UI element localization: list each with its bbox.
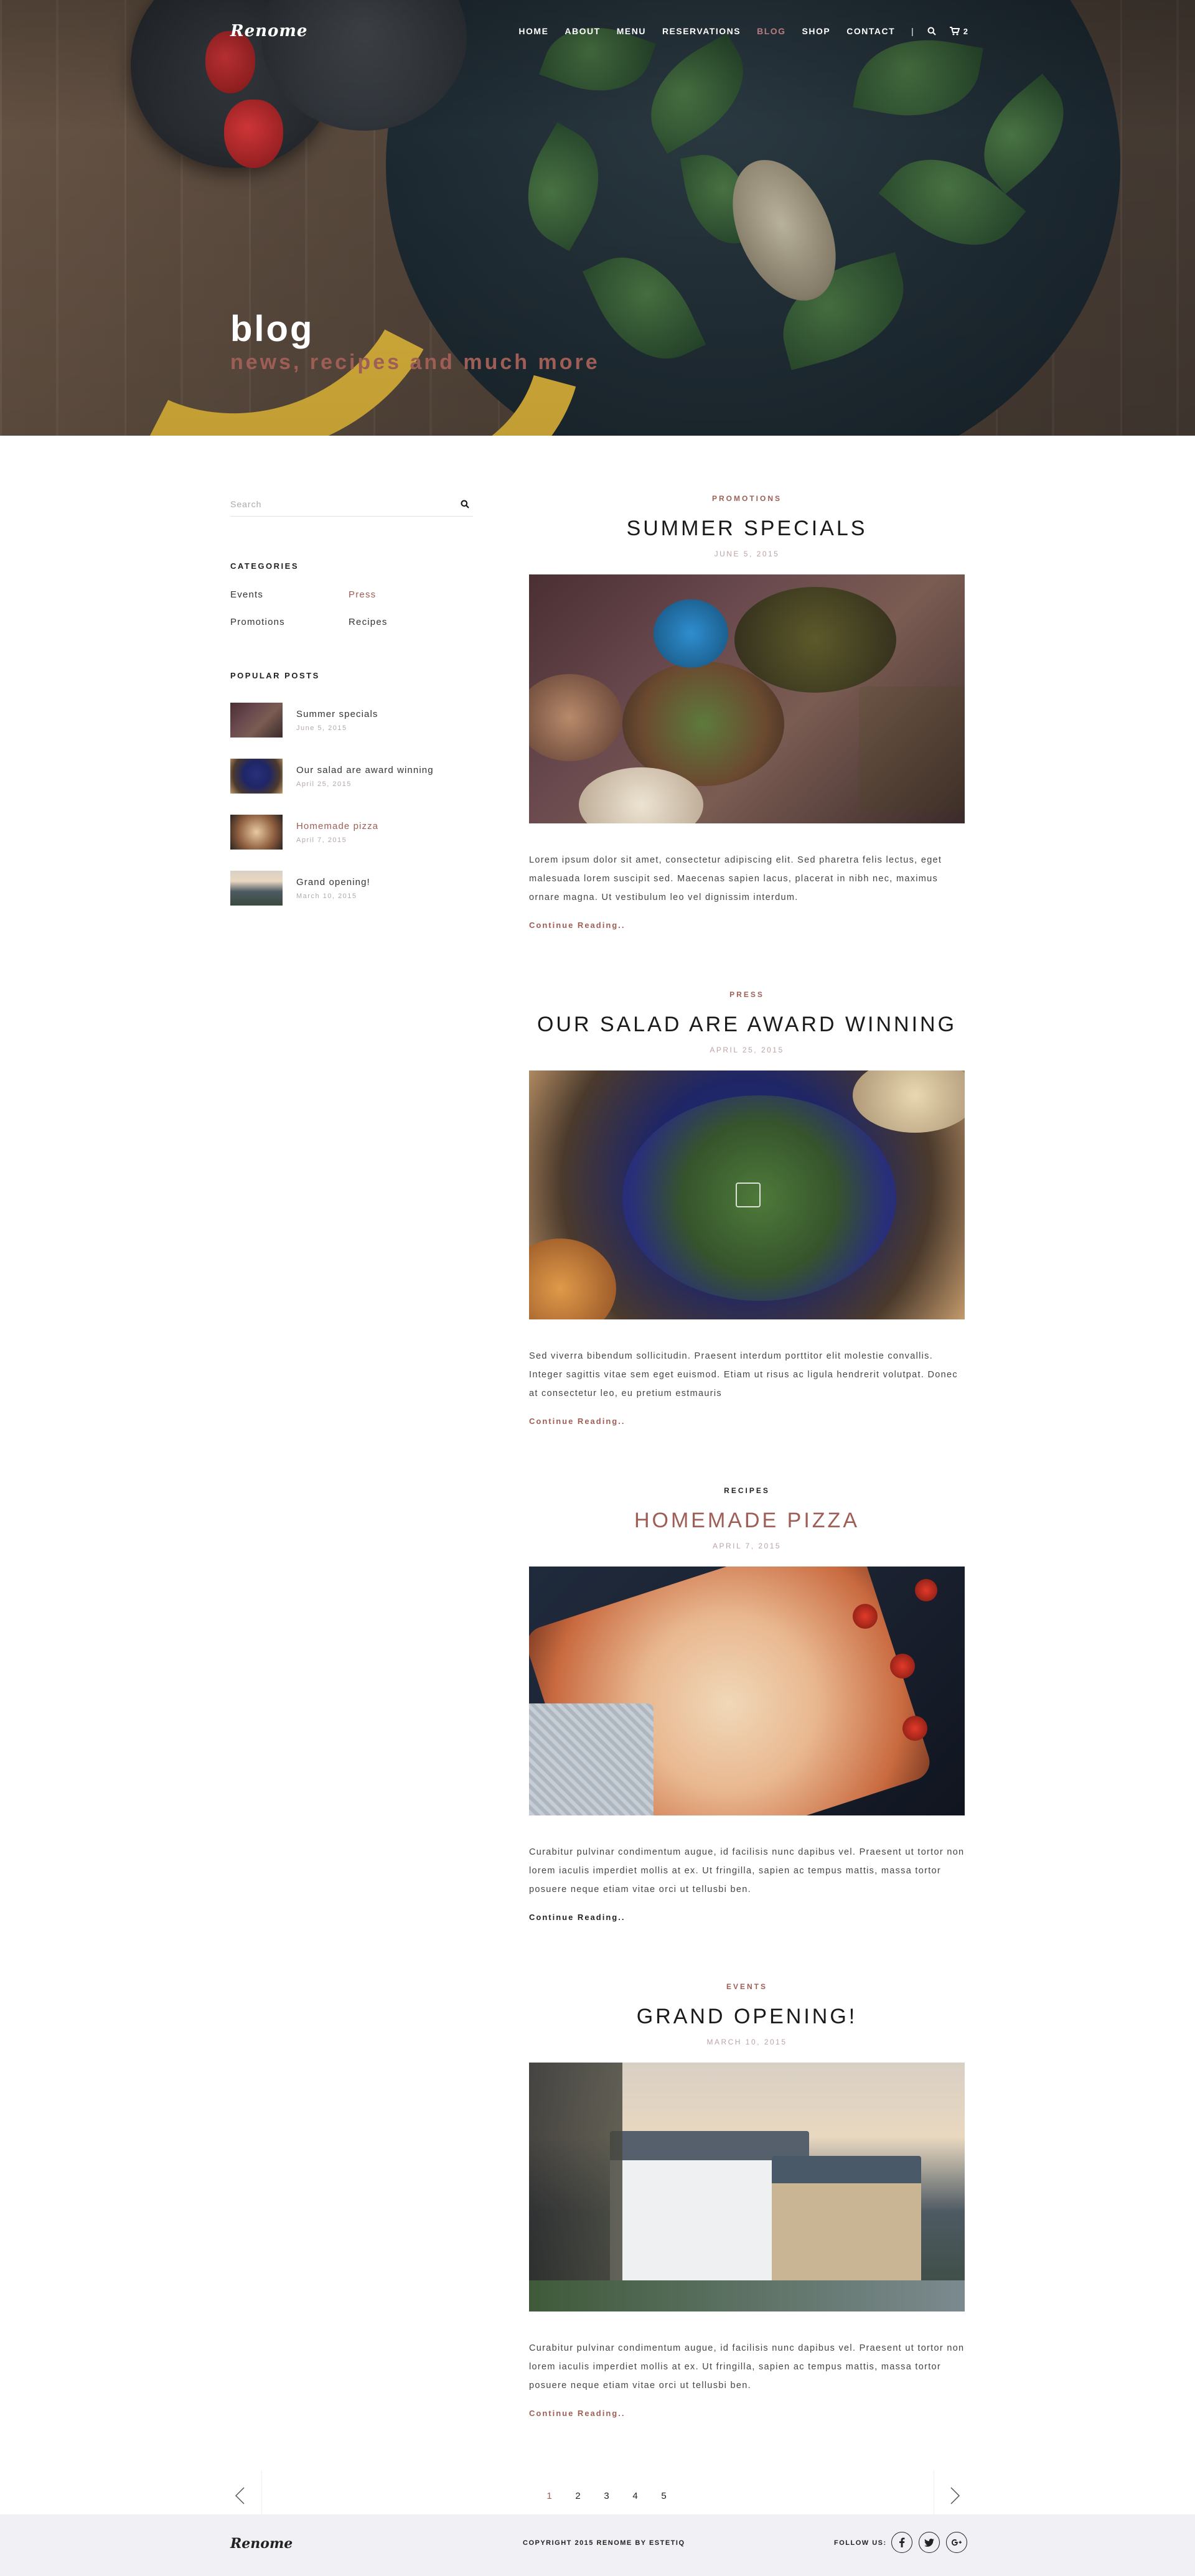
post-excerpt: Curabitur pulvinar condimentum augue, id…: [529, 2343, 965, 2391]
post-date: APRIL 7, 2015: [712, 1542, 782, 1550]
post-category[interactable]: RECIPES: [529, 1486, 965, 1495]
cart-count: 2: [963, 26, 968, 36]
popular-post-title[interactable]: Summer specials: [296, 709, 378, 719]
blog-post: RECIPES HOMEMADE PIZZA APRIL 7, 2015 Cur…: [529, 1486, 965, 1922]
popular-posts-list: Summer specials June 5, 2015 Our salad a…: [230, 703, 473, 906]
page-numbers: 1 2 3 4 5: [535, 2483, 678, 2508]
blog-post: PROMOTIONS SUMMER SPECIALS JUNE 5, 2015 …: [529, 494, 965, 930]
popular-post-date: April 25, 2015: [296, 780, 352, 788]
search-box: [230, 492, 473, 517]
page-link-3[interactable]: 3: [593, 2491, 621, 2501]
popular-post-thumbnail[interactable]: [230, 871, 283, 906]
popular-post-thumbnail[interactable]: [230, 703, 283, 738]
footer-logo[interactable]: Renome: [230, 2536, 293, 2552]
category-press[interactable]: Press: [349, 589, 467, 600]
post-excerpt: Curabitur pulvinar condimentum augue, id…: [529, 1847, 965, 1895]
category-promotions[interactable]: Promotions: [230, 617, 349, 627]
google-plus-icon[interactable]: [946, 2532, 967, 2553]
post-excerpt: Lorem ipsum dolor sit amet, consectetur …: [529, 855, 942, 902]
hero-banner: Renome HOME ABOUT MENU RESERVATIONS BLOG…: [0, 0, 1195, 436]
nav-item-blog[interactable]: BLOG: [757, 26, 785, 36]
nav-item-home[interactable]: HOME: [518, 26, 548, 36]
popular-post-date: June 5, 2015: [296, 724, 347, 732]
nav-item-shop[interactable]: SHOP: [802, 26, 831, 36]
popular-post-title[interactable]: Our salad are award winning: [296, 765, 434, 775]
popular-post[interactable]: Grand opening! March 10, 2015: [230, 871, 473, 906]
post-title[interactable]: HOMEMADE PIZZA: [529, 1509, 965, 1533]
main-navigation: Renome HOME ABOUT MENU RESERVATIONS BLOG…: [230, 19, 968, 44]
chevron-left-icon[interactable]: [230, 2486, 249, 2505]
popular-post[interactable]: Summer specials June 5, 2015: [230, 703, 473, 738]
blog-post: PRESS OUR SALAD ARE AWARD WINNING APRIL …: [529, 990, 965, 1426]
post-date: MARCH 10, 2015: [706, 2038, 787, 2046]
post-title[interactable]: SUMMER SPECIALS: [529, 517, 965, 541]
nav-item-contact[interactable]: CONTACT: [846, 26, 895, 36]
post-image[interactable]: [529, 1567, 965, 1815]
continue-reading-link[interactable]: Continue Reading..: [529, 2409, 965, 2418]
popular-post-thumbnail[interactable]: [230, 815, 283, 850]
copyright-text: COPYRIGHT 2015 RENOME BY ESTETIQ: [523, 2539, 685, 2547]
post-image[interactable]: [529, 574, 965, 823]
nav-separator: |: [911, 26, 914, 36]
popular-post-date: March 10, 2015: [296, 892, 357, 900]
post-date: JUNE 5, 2015: [714, 550, 780, 558]
cart-icon[interactable]: 2: [949, 26, 968, 36]
popular-post-title[interactable]: Homemade pizza: [296, 821, 378, 831]
post-category[interactable]: EVENTS: [529, 1982, 965, 1991]
search-input[interactable]: [230, 499, 473, 509]
search-icon[interactable]: [927, 27, 936, 35]
continue-reading-link[interactable]: Continue Reading..: [529, 1913, 965, 1922]
nav-item-reservations[interactable]: RESERVATIONS: [662, 26, 741, 36]
popular-post[interactable]: Homemade pizza April 7, 2015: [230, 815, 473, 850]
category-events[interactable]: Events: [230, 589, 349, 600]
pagination-divider: [261, 2471, 262, 2521]
page-link-4[interactable]: 4: [621, 2491, 650, 2501]
search-icon[interactable]: [461, 500, 469, 512]
site-footer: Renome COPYRIGHT 2015 RENOME BY ESTETIQ …: [0, 2514, 1195, 2576]
nav-item-menu[interactable]: MENU: [617, 26, 646, 36]
page-link-5[interactable]: 5: [650, 2491, 678, 2501]
popular-post[interactable]: Our salad are award winning April 25, 20…: [230, 759, 473, 794]
follow-us-label: FOLLOW US:: [834, 2539, 887, 2547]
popular-post-date: April 7, 2015: [296, 836, 347, 844]
post-category[interactable]: PROMOTIONS: [529, 494, 965, 503]
chevron-right-icon[interactable]: [946, 2486, 965, 2505]
post-category[interactable]: PRESS: [529, 990, 965, 999]
post-image[interactable]: [529, 1070, 965, 1319]
post-title[interactable]: OUR SALAD ARE AWARD WINNING: [529, 1013, 965, 1037]
play-icon[interactable]: [736, 1183, 761, 1207]
page-link-2[interactable]: 2: [564, 2491, 593, 2501]
post-title[interactable]: GRAND OPENING!: [529, 2005, 965, 2029]
post-date: APRIL 25, 2015: [710, 1046, 784, 1054]
category-list: Events Press Promotions Recipes: [230, 589, 473, 627]
page-link-1[interactable]: 1: [535, 2491, 564, 2501]
facebook-icon[interactable]: [891, 2532, 912, 2553]
continue-reading-link[interactable]: Continue Reading..: [529, 1417, 965, 1426]
page-subtitle: news, recipes and much more: [230, 350, 600, 374]
popular-post-thumbnail[interactable]: [230, 759, 283, 794]
categories-heading: CATEGORIES: [230, 561, 299, 571]
post-excerpt: Sed viverra bibendum sollicitudin. Praes…: [529, 1351, 958, 1398]
nav-item-about[interactable]: ABOUT: [565, 26, 600, 36]
sidebar: CATEGORIES Events Press Promotions Recip…: [230, 492, 473, 906]
site-logo[interactable]: Renome: [230, 22, 307, 40]
blog-post: EVENTS GRAND OPENING! MARCH 10, 2015 Cur…: [529, 1982, 965, 2418]
popular-post-title[interactable]: Grand opening!: [296, 877, 370, 888]
category-recipes[interactable]: Recipes: [349, 617, 467, 627]
pagination: 1 2 3 4 5: [230, 2471, 965, 2521]
continue-reading-link[interactable]: Continue Reading..: [529, 920, 965, 930]
popular-posts-heading: POPULAR POSTS: [230, 671, 320, 680]
nav-menu: HOME ABOUT MENU RESERVATIONS BLOG SHOP C…: [502, 26, 968, 36]
post-image[interactable]: [529, 2063, 965, 2311]
page-title: blog: [230, 309, 314, 349]
twitter-icon[interactable]: [919, 2532, 940, 2553]
